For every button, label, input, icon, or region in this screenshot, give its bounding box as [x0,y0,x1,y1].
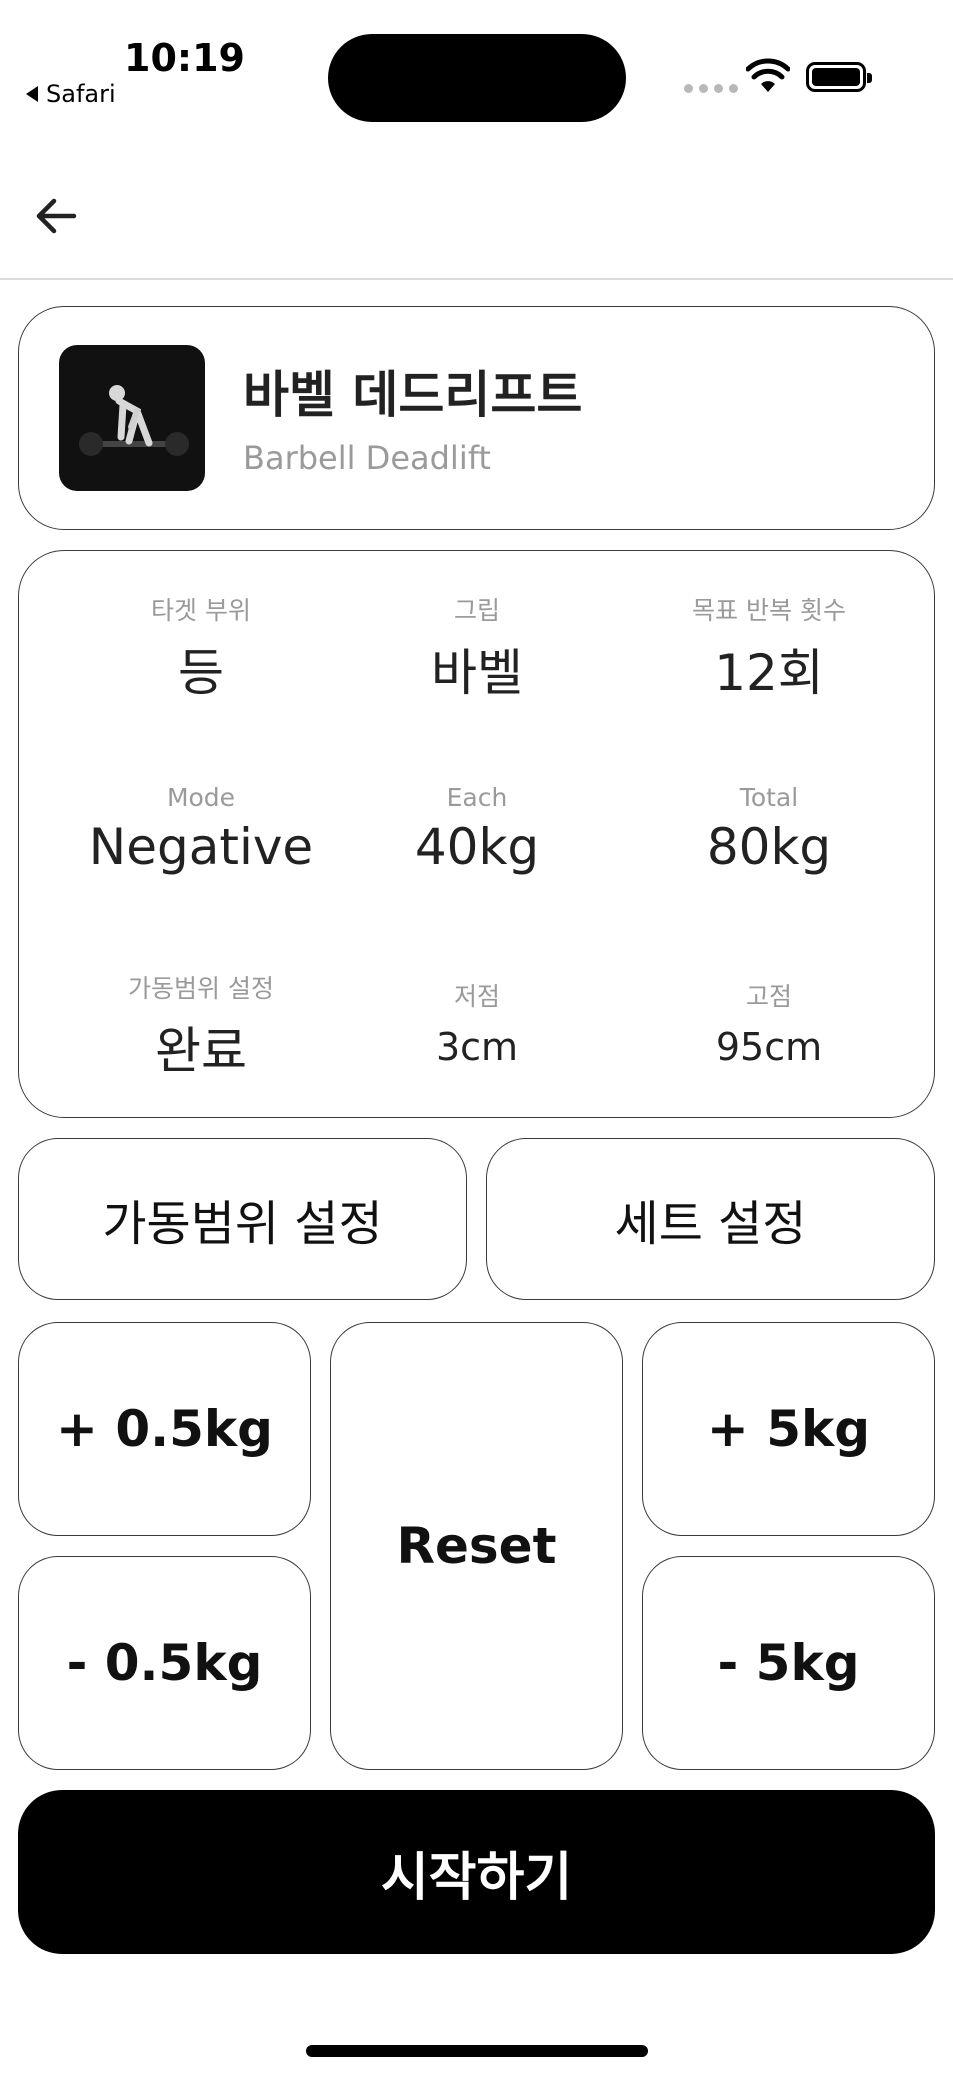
high-point-label: 고점 [745,982,792,1011]
target-area-value: 등 [178,644,224,702]
battery-icon [806,62,872,92]
rom-status-value: 완료 [155,1022,247,1080]
grip-cell: 그립 바벨 [327,591,627,705]
grip-label: 그립 [453,596,500,625]
reset-button[interactable]: Reset [330,1322,623,1770]
exercise-info-card: 타겟 부위 등 그립 바벨 목표 반복 횟수 12회 Mode Negative… [18,550,935,1118]
total-weight-value: 80kg [706,818,832,876]
mode-cell: Mode Negative [51,783,351,876]
rom-status-cell: 가동범위 설정 완료 [51,969,351,1083]
target-reps-label: 목표 반복 횟수 [692,596,846,625]
arrow-left-icon [36,198,77,234]
target-reps-value: 12회 [714,644,824,702]
plus-5kg-button[interactable]: + 5kg [642,1322,935,1536]
low-point-cell: 저점 3cm [327,977,627,1069]
mode-label: Mode [166,783,236,812]
each-weight-value: 40kg [414,818,540,876]
back-triangle-icon [26,86,38,102]
status-time: 10:19 [124,36,245,80]
cellular-signal-icon [684,84,738,93]
target-area-cell: 타겟 부위 등 [51,591,351,705]
deadlift-figure-image [79,385,189,456]
low-point-label: 저점 [453,982,500,1011]
low-point-value: 3cm [435,1025,519,1069]
target-reps-cell: 목표 반복 횟수 12회 [619,591,919,705]
exercise-english-name: Barbell Deadlift [243,439,491,477]
back-app-label: Safari [46,80,116,108]
minus-0-5kg-button[interactable]: - 0.5kg [18,1556,311,1770]
dynamic-island [328,34,626,122]
nav-bar [0,150,953,280]
mode-value: Negative [88,818,314,876]
grip-value: 바벨 [431,644,523,702]
back-button[interactable] [28,188,84,244]
exercise-card: 바벨 데드리프트 Barbell Deadlift [18,306,935,530]
set-setting-button[interactable]: 세트 설정 [486,1138,935,1300]
each-weight-cell: Each 40kg [327,783,627,876]
plus-0-5kg-button[interactable]: + 0.5kg [18,1322,311,1536]
wifi-icon [746,58,790,92]
high-point-value: 95cm [715,1025,823,1069]
back-to-safari-link[interactable]: Safari [26,80,116,108]
rom-status-label: 가동범위 설정 [128,974,274,1003]
exercise-name: 바벨 데드리프트 [243,366,583,424]
minus-5kg-button[interactable]: - 5kg [642,1556,935,1770]
status-bar: 10:19 Safari [0,0,953,130]
total-weight-label: Total [739,783,799,812]
rom-setting-button[interactable]: 가동범위 설정 [18,1138,467,1300]
target-area-label: 타겟 부위 [151,596,251,625]
high-point-cell: 고점 95cm [619,977,919,1069]
start-button[interactable]: 시작하기 [18,1790,935,1954]
exercise-thumbnail [59,345,205,491]
each-weight-label: Each [446,783,508,812]
total-weight-cell: Total 80kg [619,783,919,876]
home-indicator [306,2045,648,2057]
